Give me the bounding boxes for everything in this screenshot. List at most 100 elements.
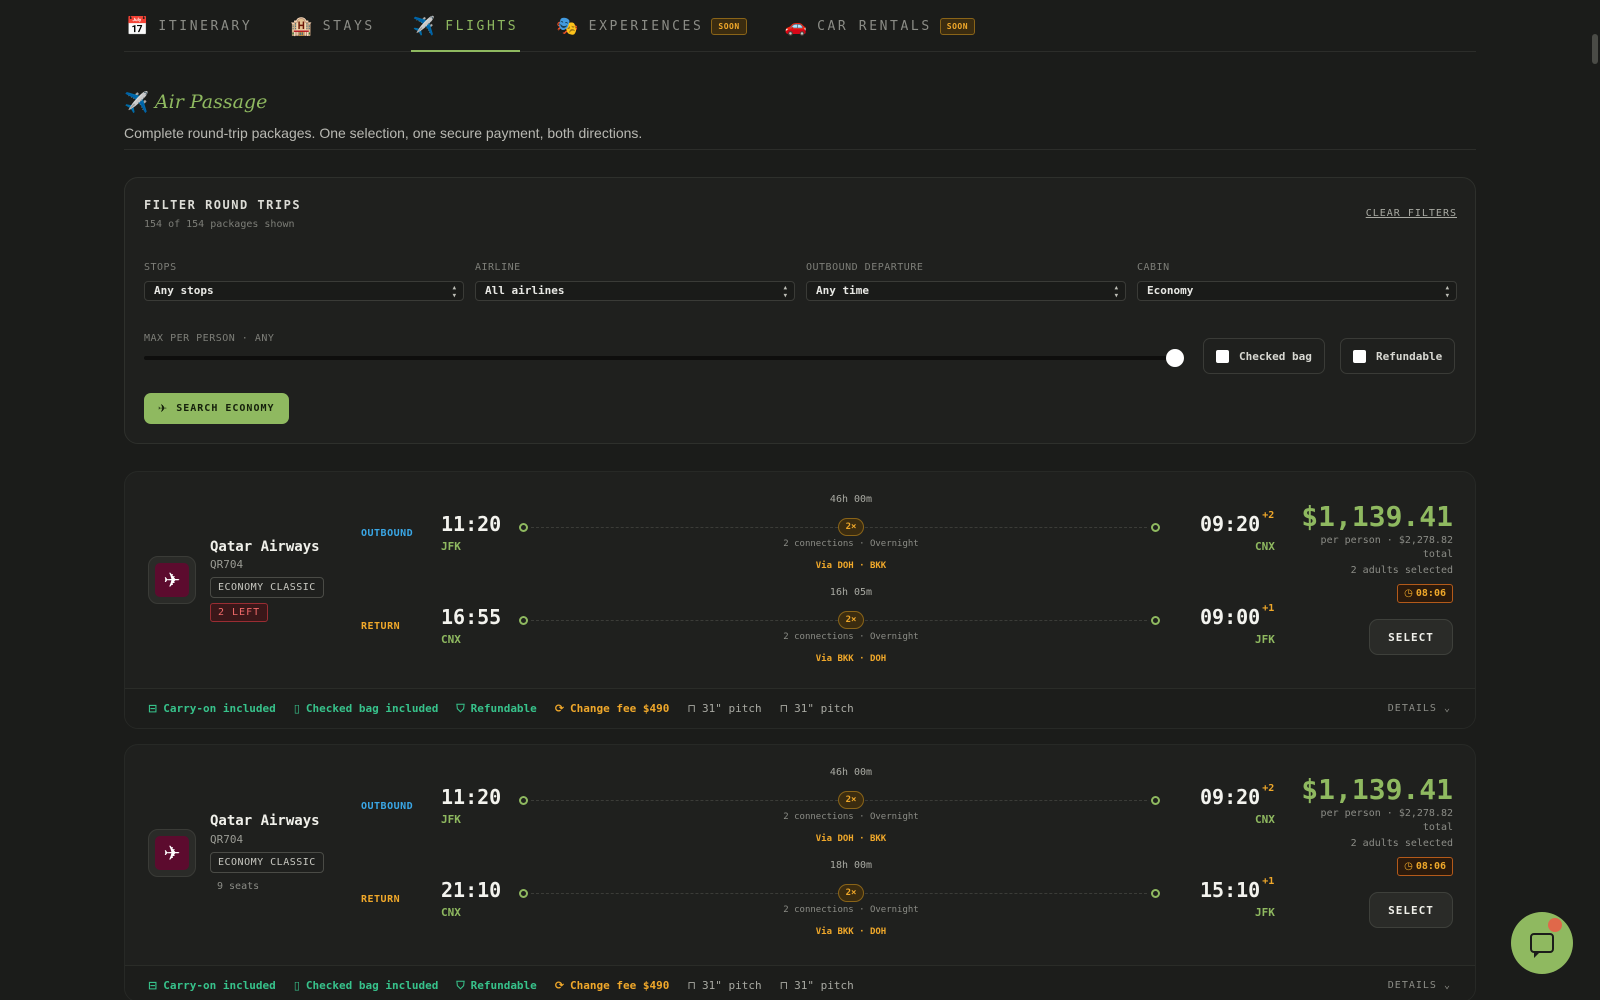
feature-text: 31" pitch <box>794 702 854 715</box>
soon-badge: SOON <box>939 17 976 35</box>
outbound-label: OUTBOUND <box>361 528 414 539</box>
tab-label: STAYS <box>322 18 375 34</box>
return-arrival-code: JFK <box>1255 633 1275 646</box>
return-label: RETURN <box>361 894 401 905</box>
day-offset: +1 <box>1262 876 1275 887</box>
scrollbar[interactable] <box>1592 34 1598 64</box>
shield-icon: ⛉ <box>456 701 465 715</box>
feature-text: Refundable <box>470 979 537 992</box>
tab-label: EXPERIENCES <box>588 18 704 34</box>
checked-bag-label: Checked bag <box>1239 349 1312 363</box>
cabin-tag: ECONOMY CLASSIC <box>210 577 324 598</box>
filter-count: 154 of 154 packages shown <box>144 219 295 230</box>
tab-flights[interactable]: ✈️ FLIGHTS <box>410 0 521 52</box>
stops-label: STOPS <box>144 262 177 273</box>
seat-pitch-feature: ⊓ 31" pitch <box>780 979 854 992</box>
per-person-text: per person · $2,278.82 total <box>1320 535 1453 560</box>
stops-pill: 2× <box>838 518 864 536</box>
feature-text: Change fee $490 <box>570 979 670 992</box>
route-dot <box>519 889 528 898</box>
luggage-icon: ▯ <box>293 702 300 715</box>
feature-text: Change fee $490 <box>570 702 670 715</box>
feature-text: Carry-on included <box>163 702 276 715</box>
cabin-filter: CABIN Economy ▴ ▾ <box>1137 262 1457 301</box>
cabin-tag: ECONOMY CLASSIC <box>210 852 324 873</box>
outbound-duration: 46h 00m <box>829 494 873 505</box>
card-footer: ⊟ Carry-on included ▯ Checked bag included… <box>125 688 1475 728</box>
flight-number: QR704 <box>210 833 244 846</box>
top-nav: 📅 ITINERARY 🏨 STAYS ✈️ FLIGHTS 🎭 EXPERIE… <box>124 0 1476 52</box>
clock-icon: ◷ <box>1404 588 1413 599</box>
flight-card: ✈ Qatar Airways QR704 ECONOMY CLASSIC 2 … <box>124 471 1476 729</box>
stops-select[interactable]: Any stops ▴ ▾ <box>144 281 464 301</box>
filter-panel: FILTER ROUND TRIPS 154 of 154 packages s… <box>124 177 1476 444</box>
select-button[interactable]: SELECT <box>1369 892 1453 928</box>
luggage-icon: ▯ <box>293 979 300 992</box>
tab-label: ITINERARY <box>158 18 253 34</box>
tab-stays[interactable]: 🏨 STAYS <box>288 0 377 52</box>
max-price-slider[interactable] <box>144 356 1174 360</box>
return-duration: 16h 05m <box>829 587 873 598</box>
connections-text: 2 connections · Overnight <box>783 632 919 642</box>
connections-text: 2 connections · Overnight <box>783 539 919 549</box>
airline-name: Qatar Airways <box>210 813 320 829</box>
connections-text: 2 connections · Overnight <box>783 812 919 822</box>
departure-value: Any time <box>816 284 869 297</box>
airline-logo: ✈ <box>148 829 196 877</box>
select-button[interactable]: SELECT <box>1369 619 1453 655</box>
price: $1,139.41 <box>1301 500 1453 533</box>
day-offset: +2 <box>1262 510 1275 521</box>
notification-dot <box>1548 918 1562 932</box>
timer-value: 08:06 <box>1415 861 1446 872</box>
carry-on-feature: ⊟ Carry-on included <box>148 702 276 715</box>
clear-filters-link[interactable]: CLEAR FILTERS <box>1366 208 1457 219</box>
airline-name: Qatar Airways <box>210 539 320 555</box>
card-footer: ⊟ Carry-on included ▯ Checked bag included… <box>125 965 1475 1000</box>
details-toggle[interactable]: DETAILS ⌄ <box>1388 703 1451 714</box>
section-subtitle: Complete round-trip packages. One select… <box>124 125 643 141</box>
return-departure-code: CNX <box>441 906 461 919</box>
return-departure-time: 21:10 <box>441 878 502 902</box>
checkbox-box[interactable] <box>1353 349 1366 363</box>
feature-text: Refundable <box>470 702 537 715</box>
seat-pitch-feature: ⊓ 31" pitch <box>780 702 854 715</box>
adults-text: 2 adults selected <box>1350 838 1453 849</box>
seat-icon: ⊓ <box>687 702 696 715</box>
details-toggle[interactable]: DETAILS ⌄ <box>1388 980 1451 991</box>
tab-experiences[interactable]: 🎭 EXPERIENCES SOON <box>554 0 748 52</box>
hold-timer: ◷ 08:06 <box>1397 584 1453 603</box>
route-dot <box>519 616 528 625</box>
seat-icon: ⊓ <box>779 702 789 715</box>
outbound-departure-code: JFK <box>441 813 461 826</box>
slider-thumb[interactable] <box>1166 349 1184 367</box>
route-dot <box>1151 796 1160 805</box>
refundable-feature: ⛉ Refundable <box>456 979 536 993</box>
tab-car-rentals[interactable]: 🚗 CAR RENTALS SOON <box>783 0 977 52</box>
outbound-departure-code: JFK <box>441 540 461 553</box>
bag-icon: ⊟ <box>148 979 158 992</box>
airline-select[interactable]: All airlines ▴ ▾ <box>475 281 795 301</box>
shield-icon: ⛉ <box>456 978 465 992</box>
feature-text: Checked bag included <box>305 702 439 715</box>
tab-label: CAR RENTALS <box>817 18 932 34</box>
cabin-value: Economy <box>1147 284 1194 297</box>
stops-pill: 2× <box>838 884 864 902</box>
tab-itinerary[interactable]: 📅 ITINERARY <box>124 0 254 52</box>
return-arrival-time: 09:00 +1 <box>1200 603 1274 629</box>
chat-button[interactable] <box>1511 912 1573 974</box>
departure-select[interactable]: Any time ▴ ▾ <box>806 281 1126 301</box>
bag-icon: ⊟ <box>148 702 158 715</box>
arrival-time: 09:20 <box>1200 785 1261 809</box>
search-button[interactable]: ✈ SEARCH ECONOMY <box>144 393 289 424</box>
connections-text: 2 connections · Overnight <box>783 905 919 915</box>
checkbox-box[interactable] <box>1216 349 1229 363</box>
airline-value: All airlines <box>485 284 565 297</box>
refundable-label: Refundable <box>1376 349 1443 363</box>
route-dot <box>1151 616 1160 625</box>
cabin-select[interactable]: Economy ▴ ▾ <box>1137 281 1457 301</box>
checked-bag-checkbox[interactable]: Checked bag <box>1203 338 1325 374</box>
outbound-arrival-code: CNX <box>1255 540 1275 553</box>
refresh-icon: ⟳ <box>554 702 565 715</box>
details-label: DETAILS <box>1387 703 1437 714</box>
refundable-checkbox[interactable]: Refundable <box>1340 338 1456 374</box>
